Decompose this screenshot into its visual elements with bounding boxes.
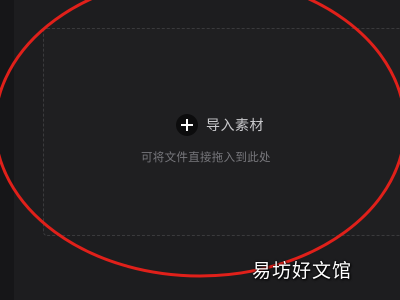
import-media-label[interactable]: 导入素材 [206, 115, 264, 135]
left-panel-edge [0, 0, 14, 300]
plus-icon[interactable] [176, 114, 198, 136]
watermark-text: 易坊好文馆 [252, 260, 353, 282]
drag-drop-hint: 可将文件直接拖入到此处 [141, 150, 271, 164]
import-media-button[interactable]: 导入素材 [176, 114, 264, 136]
editor-workspace: 导入素材 可将文件直接拖入到此处 易坊好文馆 [0, 0, 400, 300]
